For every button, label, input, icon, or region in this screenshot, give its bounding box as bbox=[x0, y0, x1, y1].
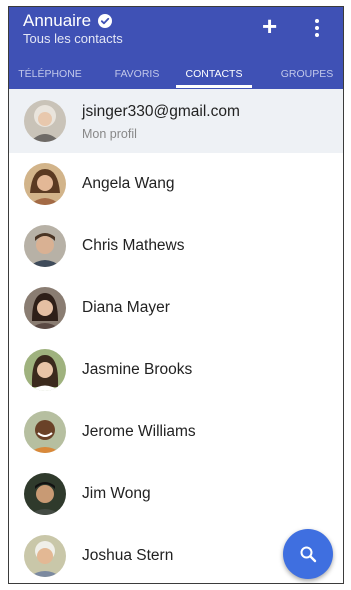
profile-email: jsinger330@gmail.com bbox=[82, 103, 240, 120]
avatar bbox=[24, 100, 66, 142]
search-icon bbox=[300, 546, 317, 563]
contact-name: Chris Mathews bbox=[82, 237, 185, 254]
more-vertical-icon[interactable] bbox=[313, 19, 321, 41]
tab-favoris[interactable]: FAVORIS bbox=[99, 63, 175, 89]
page-title: Annuaire bbox=[23, 11, 92, 30]
phone-screen: Annuaire Tous les contacts + TÉLÉPHONE F… bbox=[8, 6, 344, 584]
contact-name: Jerome Williams bbox=[82, 423, 196, 440]
tab-groupes[interactable]: GROUPES bbox=[269, 63, 343, 89]
list-item[interactable]: Jim Wong bbox=[9, 463, 343, 525]
avatar bbox=[24, 411, 66, 453]
avatar bbox=[24, 163, 66, 205]
avatar bbox=[24, 287, 66, 329]
contact-name: Jasmine Brooks bbox=[82, 361, 193, 378]
list-item[interactable]: Jasmine Brooks bbox=[9, 339, 343, 401]
plus-icon: + bbox=[262, 11, 278, 41]
title-row[interactable]: Annuaire bbox=[23, 11, 113, 31]
app-bar: Annuaire Tous les contacts + TÉLÉPHONE F… bbox=[9, 7, 343, 89]
list-item[interactable]: Jerome Williams bbox=[9, 401, 343, 463]
profile-label: Mon profil bbox=[82, 127, 137, 141]
tab-telephone[interactable]: TÉLÉPHONE bbox=[9, 63, 91, 89]
contact-name: Joshua Stern bbox=[82, 547, 174, 564]
contact-name: Diana Mayer bbox=[82, 299, 170, 316]
list-item[interactable]: Chris Mathews bbox=[9, 215, 343, 277]
add-contact-button[interactable]: + bbox=[262, 13, 277, 39]
check-circle-icon bbox=[98, 14, 113, 28]
search-button[interactable] bbox=[283, 529, 333, 579]
contact-name: Jim Wong bbox=[82, 485, 151, 502]
avatar bbox=[24, 473, 66, 515]
active-tab-indicator bbox=[176, 85, 252, 88]
avatar bbox=[24, 349, 66, 391]
profile-row[interactable]: jsinger330@gmail.com Mon profil bbox=[9, 89, 343, 153]
avatar bbox=[24, 225, 66, 267]
contact-name: Angela Wang bbox=[82, 175, 175, 192]
avatar bbox=[24, 535, 66, 577]
list-item[interactable]: Diana Mayer bbox=[9, 277, 343, 339]
list-item[interactable]: Angela Wang bbox=[9, 153, 343, 215]
page-subtitle: Tous les contacts bbox=[23, 31, 123, 46]
